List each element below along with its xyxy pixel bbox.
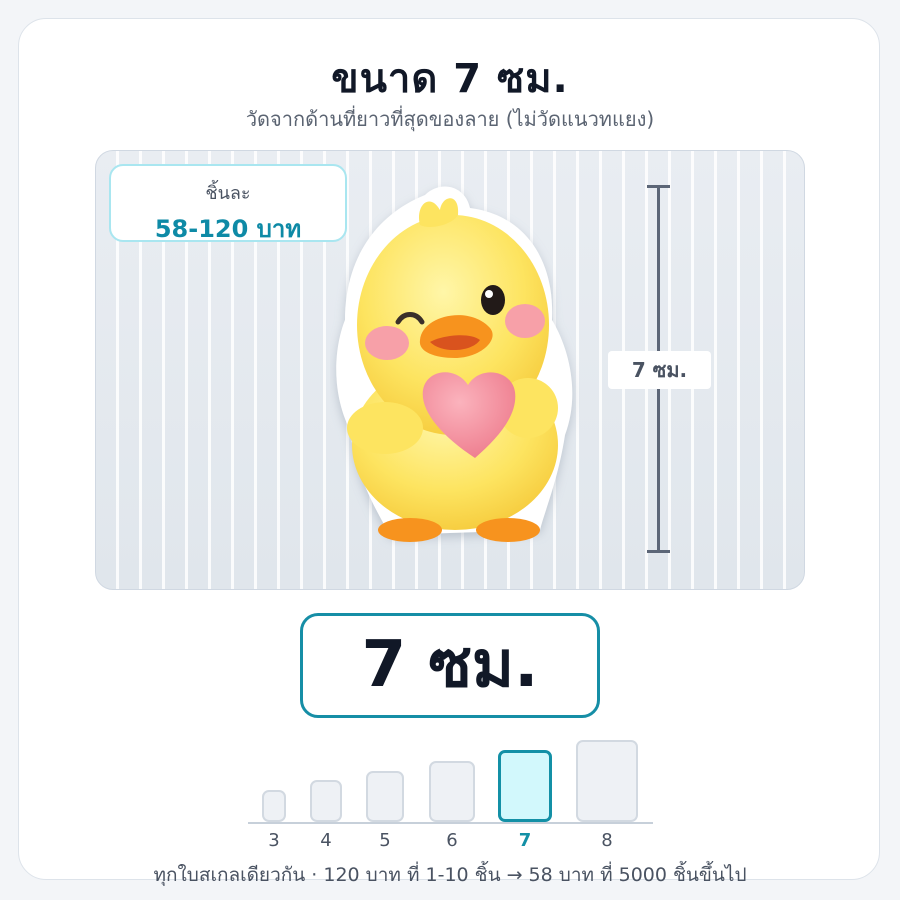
- scale-label-5: 5: [379, 830, 391, 851]
- scale-box-7[interactable]: [498, 750, 552, 822]
- scale-label-8: 8: [601, 830, 613, 851]
- pricing-footer: ทุกใบสเกลเดียวกัน · 120 บาท ที่ 1-10 ชิ้…: [153, 864, 747, 886]
- price-value: 58-120 บาท: [154, 215, 302, 243]
- scale-box-5[interactable]: [366, 771, 404, 822]
- scale-box-6[interactable]: [429, 761, 475, 822]
- dimension-top-cap: [647, 185, 670, 188]
- duck-sticker-image: [336, 186, 573, 542]
- price-label: ชิ้นละ: [205, 183, 251, 204]
- price-badge: ชิ้นละ 58-120 บาท: [109, 164, 347, 243]
- scale-box-8[interactable]: [576, 740, 638, 822]
- page-title: ขนาด 7 ซม.: [331, 56, 569, 102]
- page-subtitle: วัดจากด้านที่ยาวที่สุดของลาย (ไม่วัดแนวท…: [245, 107, 655, 131]
- scale-label-3: 3: [268, 830, 280, 851]
- scale-label-6: 6: [446, 830, 458, 851]
- dimension-bottom-cap: [647, 550, 670, 553]
- scale-label-7: 7: [518, 830, 532, 851]
- scale-box-3[interactable]: [262, 790, 286, 822]
- scale-baseline: [248, 822, 653, 824]
- scale-label-4: 4: [320, 830, 332, 851]
- scale-box-4[interactable]: [310, 780, 342, 822]
- dimension-label: 7 ซม.: [608, 351, 711, 389]
- selected-size-display: 7 ซม.: [300, 613, 600, 718]
